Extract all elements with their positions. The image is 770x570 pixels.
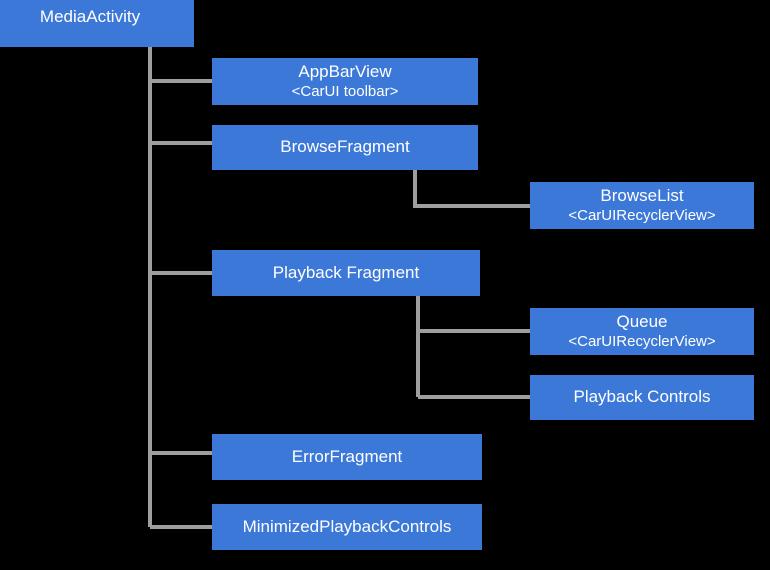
node-minimized-playback-controls[interactable]: MinimizedPlaybackControls [212, 504, 482, 550]
node-error-fragment[interactable]: ErrorFragment [212, 434, 482, 480]
node-queue[interactable]: Queue <CarUIRecyclerView> [530, 308, 754, 355]
node-queue-title: Queue [616, 312, 668, 332]
node-queue-subtitle: <CarUIRecyclerView> [568, 333, 716, 351]
node-playback-fragment-title: Playback Fragment [272, 262, 420, 282]
node-media-activity[interactable]: MediaActivity [0, 0, 194, 47]
node-app-bar-view-title: AppBarView [298, 62, 392, 82]
node-browse-list-title: BrowseList [600, 186, 684, 206]
node-playback-controls[interactable]: Playback Controls [530, 375, 754, 420]
node-minimized-playback-controls-title: MinimizedPlaybackControls [242, 516, 452, 536]
node-media-activity-title: MediaActivity [39, 7, 141, 27]
node-browse-list-subtitle: <CarUIRecyclerView> [568, 207, 716, 225]
node-playback-fragment[interactable]: Playback Fragment [212, 250, 480, 296]
node-browse-fragment-title: BrowseFragment [280, 137, 410, 157]
node-error-fragment-title: ErrorFragment [291, 446, 403, 466]
node-app-bar-view-subtitle: <CarUI toolbar> [291, 83, 399, 101]
node-playback-controls-title: Playback Controls [573, 387, 711, 407]
node-browse-fragment[interactable]: BrowseFragment [212, 125, 478, 170]
node-browse-list[interactable]: BrowseList <CarUIRecyclerView> [530, 182, 754, 229]
architecture-diagram: MediaActivity AppBarView <CarUI toolbar>… [0, 0, 770, 570]
edge-browse-fragment-to-browse-list [413, 170, 530, 208]
node-app-bar-view[interactable]: AppBarView <CarUI toolbar> [212, 58, 478, 105]
